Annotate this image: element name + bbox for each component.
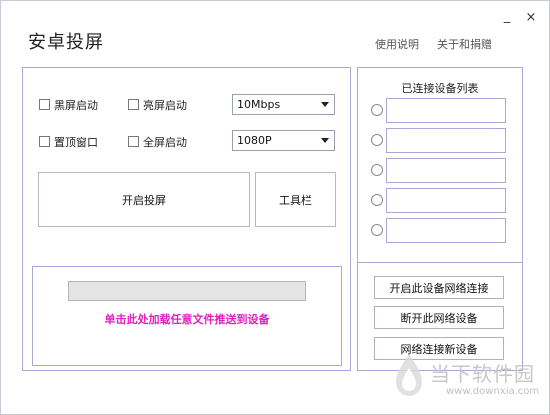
disconnect-network-button[interactable]: 断开此网络设备	[374, 306, 504, 329]
device-slot-4[interactable]	[386, 188, 506, 213]
device-slot-3[interactable]	[386, 158, 506, 183]
bright-screen-label: 亮屏启动	[143, 99, 187, 112]
about-donate-link[interactable]: 关于和捐赠	[437, 36, 492, 52]
start-mirror-button[interactable]: 开启投屏	[38, 172, 250, 227]
device-slot-1[interactable]	[386, 98, 506, 123]
device-radio-1[interactable]	[371, 104, 383, 116]
black-screen-checkbox[interactable]	[39, 99, 50, 110]
bitrate-value: 10Mbps	[237, 98, 281, 111]
top-window-label: 置顶窗口	[54, 136, 98, 149]
toolbar-label: 工具栏	[279, 193, 312, 207]
device-radio-4[interactable]	[371, 194, 383, 206]
drop-zone-text[interactable]: 单击此处加载任意文件推送到设备	[32, 311, 342, 327]
device-radio-2[interactable]	[371, 134, 383, 146]
device-panel-divider	[357, 262, 523, 263]
device-slot-2[interactable]	[386, 128, 506, 153]
watermark-logo-icon	[396, 354, 422, 396]
minimize-button[interactable]: _	[500, 10, 514, 24]
bright-screen-checkbox[interactable]	[128, 99, 139, 110]
close-button[interactable]: ×	[524, 11, 538, 25]
bitrate-select[interactable]: 10Mbps	[232, 94, 335, 115]
app-title: 安卓投屏	[28, 32, 104, 53]
open-network-label: 开启此设备网络连接	[389, 281, 489, 295]
top-window-checkbox[interactable]	[39, 136, 50, 147]
watermark-text: 当下软件园	[430, 362, 535, 386]
help-link[interactable]: 使用说明	[375, 36, 419, 52]
resolution-select[interactable]: 1080P	[232, 130, 335, 151]
fullscreen-label: 全屏启动	[143, 136, 187, 149]
fullscreen-checkbox[interactable]	[128, 136, 139, 147]
chevron-down-icon	[321, 102, 329, 107]
device-slot-5[interactable]	[386, 218, 506, 243]
resolution-value: 1080P	[237, 134, 272, 147]
watermark-url: www.downxia.com	[446, 386, 540, 397]
push-progress-bar	[68, 281, 306, 301]
toolbar-button[interactable]: 工具栏	[255, 172, 336, 227]
disconnect-network-label: 断开此网络设备	[400, 311, 478, 325]
device-radio-3[interactable]	[371, 164, 383, 176]
device-list-title: 已连接设备列表	[401, 82, 479, 95]
start-mirror-label: 开启投屏	[122, 193, 166, 207]
black-screen-label: 黑屏启动	[54, 99, 98, 112]
device-radio-5[interactable]	[371, 224, 383, 236]
open-network-button[interactable]: 开启此设备网络连接	[374, 276, 504, 299]
chevron-down-icon	[321, 138, 329, 143]
